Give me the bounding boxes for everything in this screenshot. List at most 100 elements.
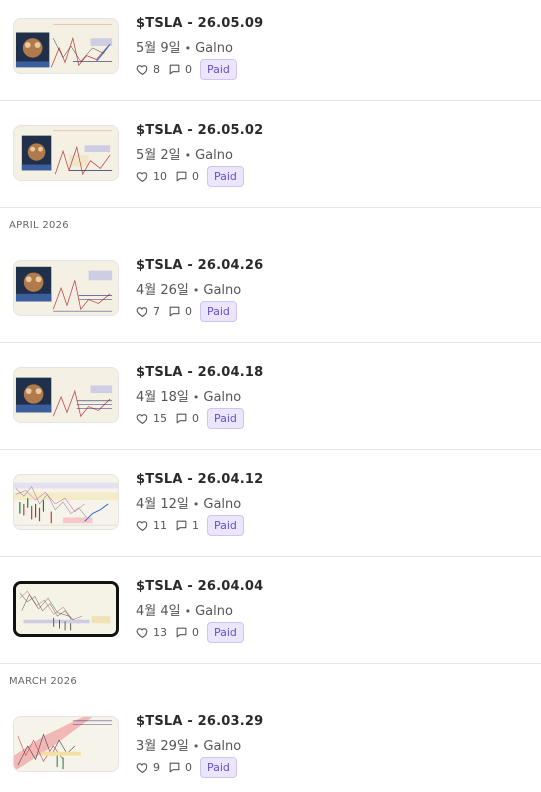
post-date: 5월 9일 [136, 41, 181, 56]
like-count: 15 [153, 411, 167, 425]
comment-count: 0 [185, 62, 192, 76]
separator-dot: • [192, 391, 200, 404]
post-date: 3월 29일 [136, 739, 189, 754]
post-item[interactable]: $TSLA - 26.04.04 4월 4일 • Galno 13 0 Paid [0, 563, 541, 669]
heart-icon [136, 520, 148, 531]
heart-icon [136, 64, 148, 75]
post-item[interactable]: $TSLA - 26.04.18 4월 18일 • Galno 15 0 Paid [0, 349, 541, 455]
chart-thumbnail-image [14, 126, 118, 180]
post-meta: 3월 29일 • Galno [136, 735, 241, 754]
post-author[interactable]: Galno [203, 283, 241, 298]
paid-badge: Paid [207, 514, 244, 536]
chart-thumbnail-image [16, 584, 116, 634]
separator-dot: • [184, 605, 192, 618]
comment-button[interactable]: 0 [168, 305, 192, 318]
divider [0, 342, 541, 343]
post-author[interactable]: Galno [203, 390, 241, 405]
post-thumbnail[interactable] [13, 125, 119, 181]
post-feed: $TSLA - 26.05.09 5월 9일•Galno 8 0 Paid [0, 0, 541, 792]
heart-icon [136, 171, 148, 182]
post-thumbnail[interactable] [13, 260, 119, 316]
post-item[interactable]: $TSLA - 26.03.29 3월 29일 • Galno 9 0 Paid [0, 698, 541, 792]
comment-button[interactable]: 0 [168, 63, 192, 76]
paid-badge: Paid [200, 300, 237, 322]
post-thumbnail[interactable] [13, 18, 119, 74]
comment-icon [176, 171, 187, 181]
comment-icon [176, 520, 187, 530]
post-item[interactable]: $TSLA - 26.05.02 5월 2일 • Galno 10 0 Paid [0, 107, 541, 213]
post-meta: 4월 4일 • Galno [136, 600, 233, 619]
separator-dot: • [184, 149, 192, 162]
post-date: 4월 12일 [136, 497, 189, 512]
comment-count: 0 [192, 169, 199, 183]
post-title[interactable]: $TSLA - 26.04.26 [136, 258, 263, 273]
like-button[interactable]: 11 [136, 519, 167, 532]
post-meta: 4월 12일 • Galno [136, 493, 241, 512]
post-title[interactable]: $TSLA - 26.05.09 [136, 16, 263, 31]
comment-button[interactable]: 0 [175, 626, 199, 639]
comment-icon [176, 413, 187, 423]
post-title[interactable]: $TSLA - 26.03.29 [136, 714, 263, 729]
like-button[interactable]: 7 [136, 305, 160, 318]
heart-icon [136, 762, 148, 773]
like-button[interactable]: 13 [136, 626, 167, 639]
comment-button[interactable]: 1 [175, 519, 199, 532]
divider [0, 100, 541, 101]
post-title[interactable]: $TSLA - 26.05.02 [136, 123, 263, 138]
chart-thumbnail-image [14, 19, 118, 73]
chart-thumbnail-image [14, 261, 118, 315]
divider [0, 663, 541, 664]
like-button[interactable]: 8 [136, 63, 160, 76]
separator-dot: • [192, 498, 200, 511]
post-author[interactable]: Galno [195, 41, 233, 56]
post-title[interactable]: $TSLA - 26.04.04 [136, 579, 263, 594]
post-item[interactable]: $TSLA - 26.04.12 4월 12일 • Galno 11 1 Paid [0, 456, 541, 562]
comment-icon [169, 306, 180, 316]
post-item[interactable]: $TSLA - 26.05.09 5월 9일 • Galno 8 0 Paid [0, 0, 541, 106]
heart-icon [136, 306, 148, 317]
paid-badge: Paid [207, 621, 244, 643]
like-button[interactable]: 9 [136, 761, 160, 774]
post-stats: 13 0 Paid [136, 621, 244, 643]
like-count: 9 [153, 760, 160, 774]
comment-button[interactable]: 0 [175, 170, 199, 183]
comment-count: 0 [192, 411, 199, 425]
post-date: 4월 4일 [136, 604, 181, 619]
chart-thumbnail-image [14, 368, 118, 422]
post-item[interactable]: $TSLA - 26.04.26 4월 26일 • Galno 7 0 Paid [0, 242, 541, 348]
divider [0, 207, 541, 208]
month-header: APRIL 2026 [9, 220, 69, 231]
paid-badge: Paid [207, 407, 244, 429]
post-stats: 8 0 Paid [136, 58, 237, 80]
post-author[interactable]: Galno [203, 739, 241, 754]
post-thumbnail[interactable] [13, 367, 119, 423]
post-thumbnail[interactable] [13, 581, 119, 637]
separator-dot: • [192, 284, 200, 297]
month-header: MARCH 2026 [9, 676, 78, 687]
like-button[interactable]: 15 [136, 412, 167, 425]
comment-count: 0 [185, 304, 192, 318]
like-count: 7 [153, 304, 160, 318]
post-author[interactable]: Galno [195, 148, 233, 163]
like-count: 11 [153, 518, 167, 532]
like-button[interactable]: 10 [136, 170, 167, 183]
heart-icon [136, 413, 148, 424]
post-date: 4월 18일 [136, 390, 189, 405]
comment-button[interactable]: 0 [168, 761, 192, 774]
post-author[interactable]: Galno [195, 604, 233, 619]
post-thumbnail[interactable] [13, 474, 119, 530]
post-thumbnail[interactable] [13, 716, 119, 772]
post-title[interactable]: $TSLA - 26.04.18 [136, 365, 263, 380]
post-title[interactable]: $TSLA - 26.04.12 [136, 472, 263, 487]
comment-button[interactable]: 0 [175, 412, 199, 425]
post-author[interactable]: Galno [203, 497, 241, 512]
heart-icon [136, 627, 148, 638]
divider [0, 449, 541, 450]
like-count: 10 [153, 169, 167, 183]
post-stats: 9 0 Paid [136, 756, 237, 778]
like-count: 13 [153, 625, 167, 639]
comment-count: 1 [192, 518, 199, 532]
post-stats: 15 0 Paid [136, 407, 244, 429]
post-date: 5월 2일 [136, 148, 181, 163]
paid-badge: Paid [200, 756, 237, 778]
